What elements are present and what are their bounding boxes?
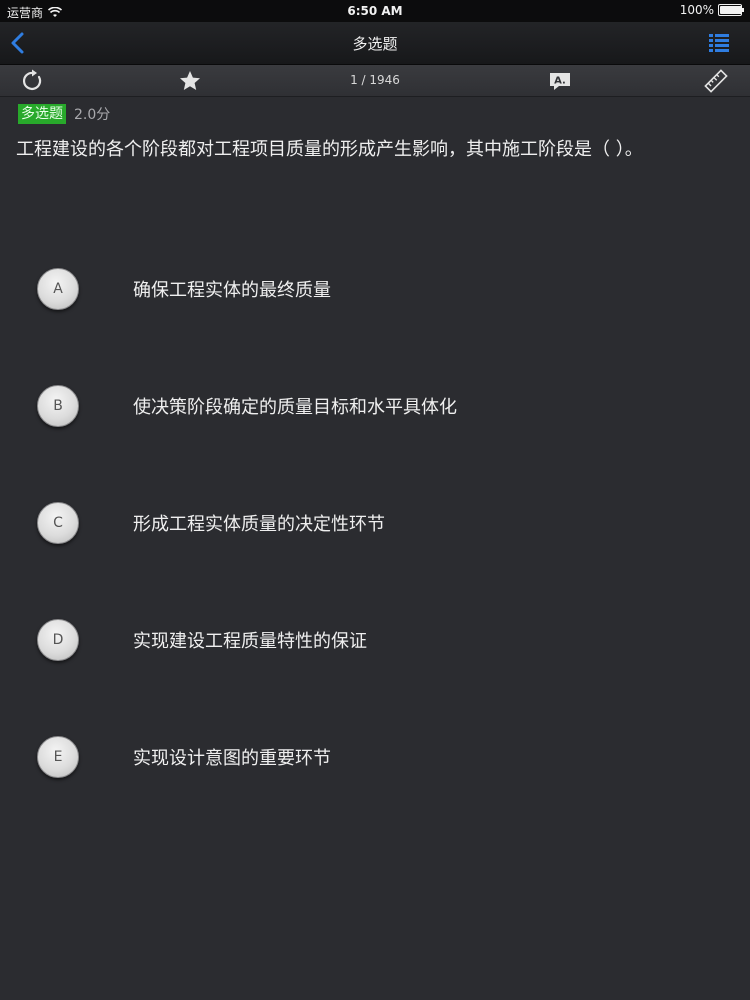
question-meta: 多选题 2.0分 (18, 104, 110, 124)
question-progress: 1 / 1946 (350, 73, 400, 87)
battery-percent: 100% (679, 3, 714, 17)
option-letter-c[interactable]: C (37, 502, 79, 544)
option-a[interactable]: A 确保工程实体的最终质量 (37, 268, 697, 312)
ruler-icon[interactable] (704, 69, 728, 93)
option-d[interactable]: D 实现建设工程质量特性的保证 (37, 619, 697, 663)
option-letter-d[interactable]: D (37, 619, 79, 661)
battery-icon (718, 4, 744, 16)
option-text-c[interactable]: 形成工程实体质量的决定性环节 (133, 510, 385, 536)
option-letter-b[interactable]: B (37, 385, 79, 427)
option-text-e[interactable]: 实现设计意图的重要环节 (133, 744, 331, 770)
answer-icon[interactable]: A. (548, 69, 572, 93)
status-bar: 运营商 6:50 AM 100% (0, 0, 750, 22)
page-title: 多选题 (352, 35, 398, 53)
quiz-screen: 运营商 6:50 AM 100% 多选题 1 / 1946 A. 多选题 2.0… (0, 0, 750, 1000)
option-c[interactable]: C 形成工程实体质量的决定性环节 (37, 502, 697, 546)
option-e[interactable]: E 实现设计意图的重要环节 (37, 736, 697, 780)
option-text-b[interactable]: 使决策阶段确定的质量目标和水平具体化 (133, 393, 457, 419)
grid-list-icon[interactable] (708, 32, 730, 54)
question-score: 2.0分 (74, 107, 111, 123)
option-text-d[interactable]: 实现建设工程质量特性的保证 (133, 627, 367, 653)
status-time: 6:50 AM (347, 4, 403, 18)
option-b[interactable]: B 使决策阶段确定的质量目标和水平具体化 (37, 385, 697, 429)
svg-text:A.: A. (554, 76, 566, 87)
question-toolbar: 1 / 1946 A. (0, 65, 750, 97)
question-text: 工程建设的各个阶段都对工程项目质量的形成产生影响，其中施工阶段是（ ）。 (16, 139, 643, 160)
question-type-badge: 多选题 (18, 104, 66, 124)
nav-bar: 多选题 (0, 22, 750, 65)
option-letter-a[interactable]: A (37, 268, 79, 310)
option-text-a[interactable]: 确保工程实体的最终质量 (133, 276, 331, 302)
battery-group: 100% (679, 3, 744, 17)
option-letter-e[interactable]: E (37, 736, 79, 778)
